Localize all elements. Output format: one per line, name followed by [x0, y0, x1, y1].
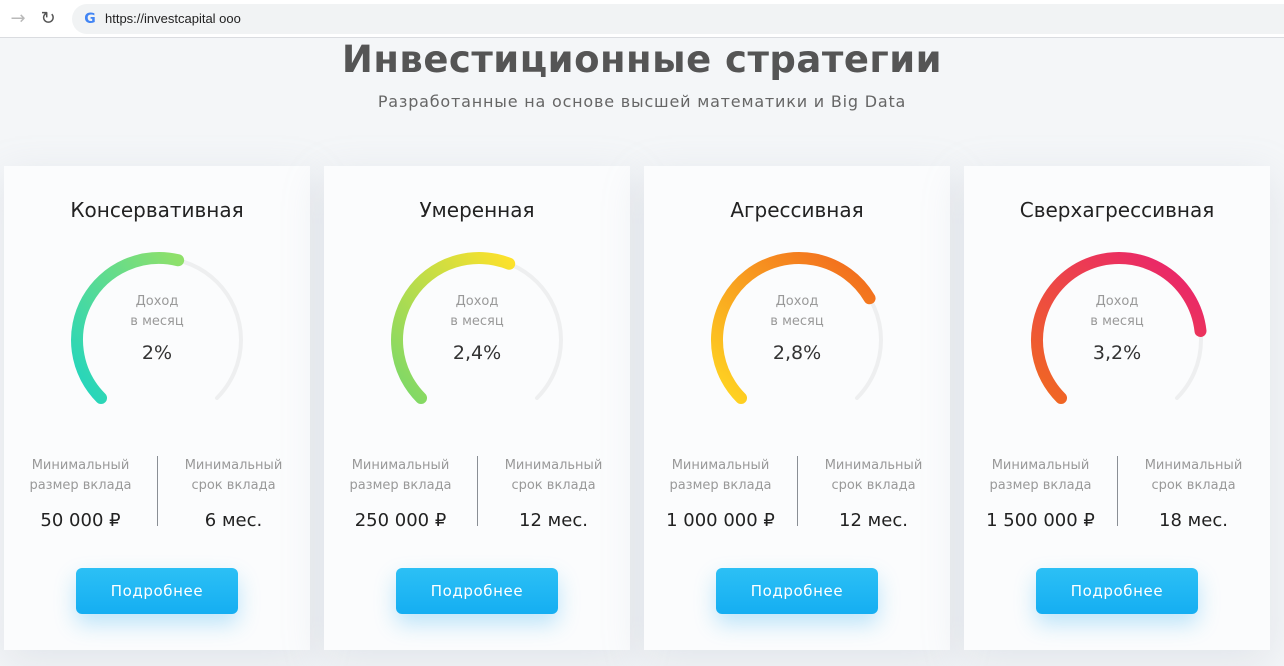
- gauge-value: 2,8%: [772, 342, 822, 364]
- min-amount-value: 1 500 000 ₽: [986, 510, 1095, 531]
- min-term-value: 6 мес.: [204, 510, 263, 531]
- gauge-label: Доход в месяц: [770, 294, 824, 329]
- more-button[interactable]: Подробнее: [1036, 568, 1198, 614]
- min-amount-value: 1 000 000 ₽: [666, 510, 775, 531]
- google-icon: G: [84, 11, 96, 27]
- min-term-value: 12 мес.: [839, 510, 908, 531]
- min-term-label: Минимальный срок вклада: [1144, 458, 1243, 493]
- page-subtitle: Разработанные на основе высшей математик…: [377, 92, 907, 111]
- more-button[interactable]: Подробнее: [396, 568, 558, 614]
- min-term-label: Минимальный срок вклада: [184, 458, 283, 493]
- gauge-value: 3,2%: [1092, 342, 1142, 364]
- strategy-card-moderate: Умеренная Доход в месяц 2,4% Минимальный р…: [324, 166, 630, 650]
- address-bar[interactable]: G https://investcapital ooo: [72, 4, 1284, 34]
- min-term-value: 18 мес.: [1159, 510, 1228, 531]
- min-amount-label: Минимальный размер вклада: [29, 458, 132, 493]
- min-term-label: Минимальный срок вклада: [824, 458, 923, 493]
- strategy-card-superaggressive: Сверхагрессивная Доход в месяц 3,2% Миним…: [964, 166, 1270, 650]
- url-text[interactable]: https://investcapital ooo: [105, 11, 241, 26]
- min-amount-stat: Минимальный размер вклада 50 000 ₽: [4, 456, 157, 531]
- strategy-card-conservative: Консервативная Доход в месяц 2% Минимальн…: [4, 166, 310, 650]
- min-amount-label: Минимальный размер вклада: [669, 458, 772, 493]
- browser-toolbar: → ↻ G https://investcapital ooo: [0, 0, 1284, 38]
- gauge-label: Доход в месяц: [450, 294, 504, 329]
- more-button[interactable]: Подробнее: [716, 568, 878, 614]
- min-amount-stat: Минимальный размер вклада 250 000 ₽: [324, 456, 477, 531]
- card-title: Умеренная: [419, 198, 535, 222]
- min-amount-value: 50 000 ₽: [40, 510, 121, 531]
- card-title: Консервативная: [70, 198, 244, 222]
- min-amount-stat: Минимальный размер вклада 1 500 000 ₽: [964, 456, 1117, 531]
- min-term-label: Минимальный срок вклада: [504, 458, 603, 493]
- reload-icon[interactable]: ↻: [38, 9, 58, 29]
- gauge-value: 2%: [141, 342, 173, 364]
- min-amount-value: 250 000 ₽: [354, 510, 447, 531]
- min-amount-label: Минимальный размер вклада: [349, 458, 452, 493]
- card-title: Агрессивная: [730, 198, 864, 222]
- gauge-label: Доход в месяц: [130, 294, 184, 329]
- gauge-value: 2,4%: [452, 342, 502, 364]
- min-term-stat: Минимальный срок вклада 6 мес.: [157, 456, 310, 531]
- gauge-label: Доход в месяц: [1090, 294, 1144, 329]
- back-arrow-icon[interactable]: →: [8, 9, 28, 29]
- more-button[interactable]: Подробнее: [76, 568, 238, 614]
- card-title: Сверхагрессивная: [1019, 198, 1215, 222]
- page-title: Инвестиционные стратегии: [341, 38, 943, 81]
- min-amount-label: Минимальный размер вклада: [989, 458, 1092, 493]
- min-term-stat: Минимальный срок вклада 18 мес.: [1117, 456, 1270, 531]
- strategy-card-aggressive: Агрессивная Доход в месяц 2,8% Минимальны…: [644, 166, 950, 650]
- min-term-stat: Минимальный срок вклада 12 мес.: [797, 456, 950, 531]
- min-term-stat: Минимальный срок вклада 12 мес.: [477, 456, 630, 531]
- min-amount-stat: Минимальный размер вклада 1 000 000 ₽: [644, 456, 797, 531]
- min-term-value: 12 мес.: [519, 510, 588, 531]
